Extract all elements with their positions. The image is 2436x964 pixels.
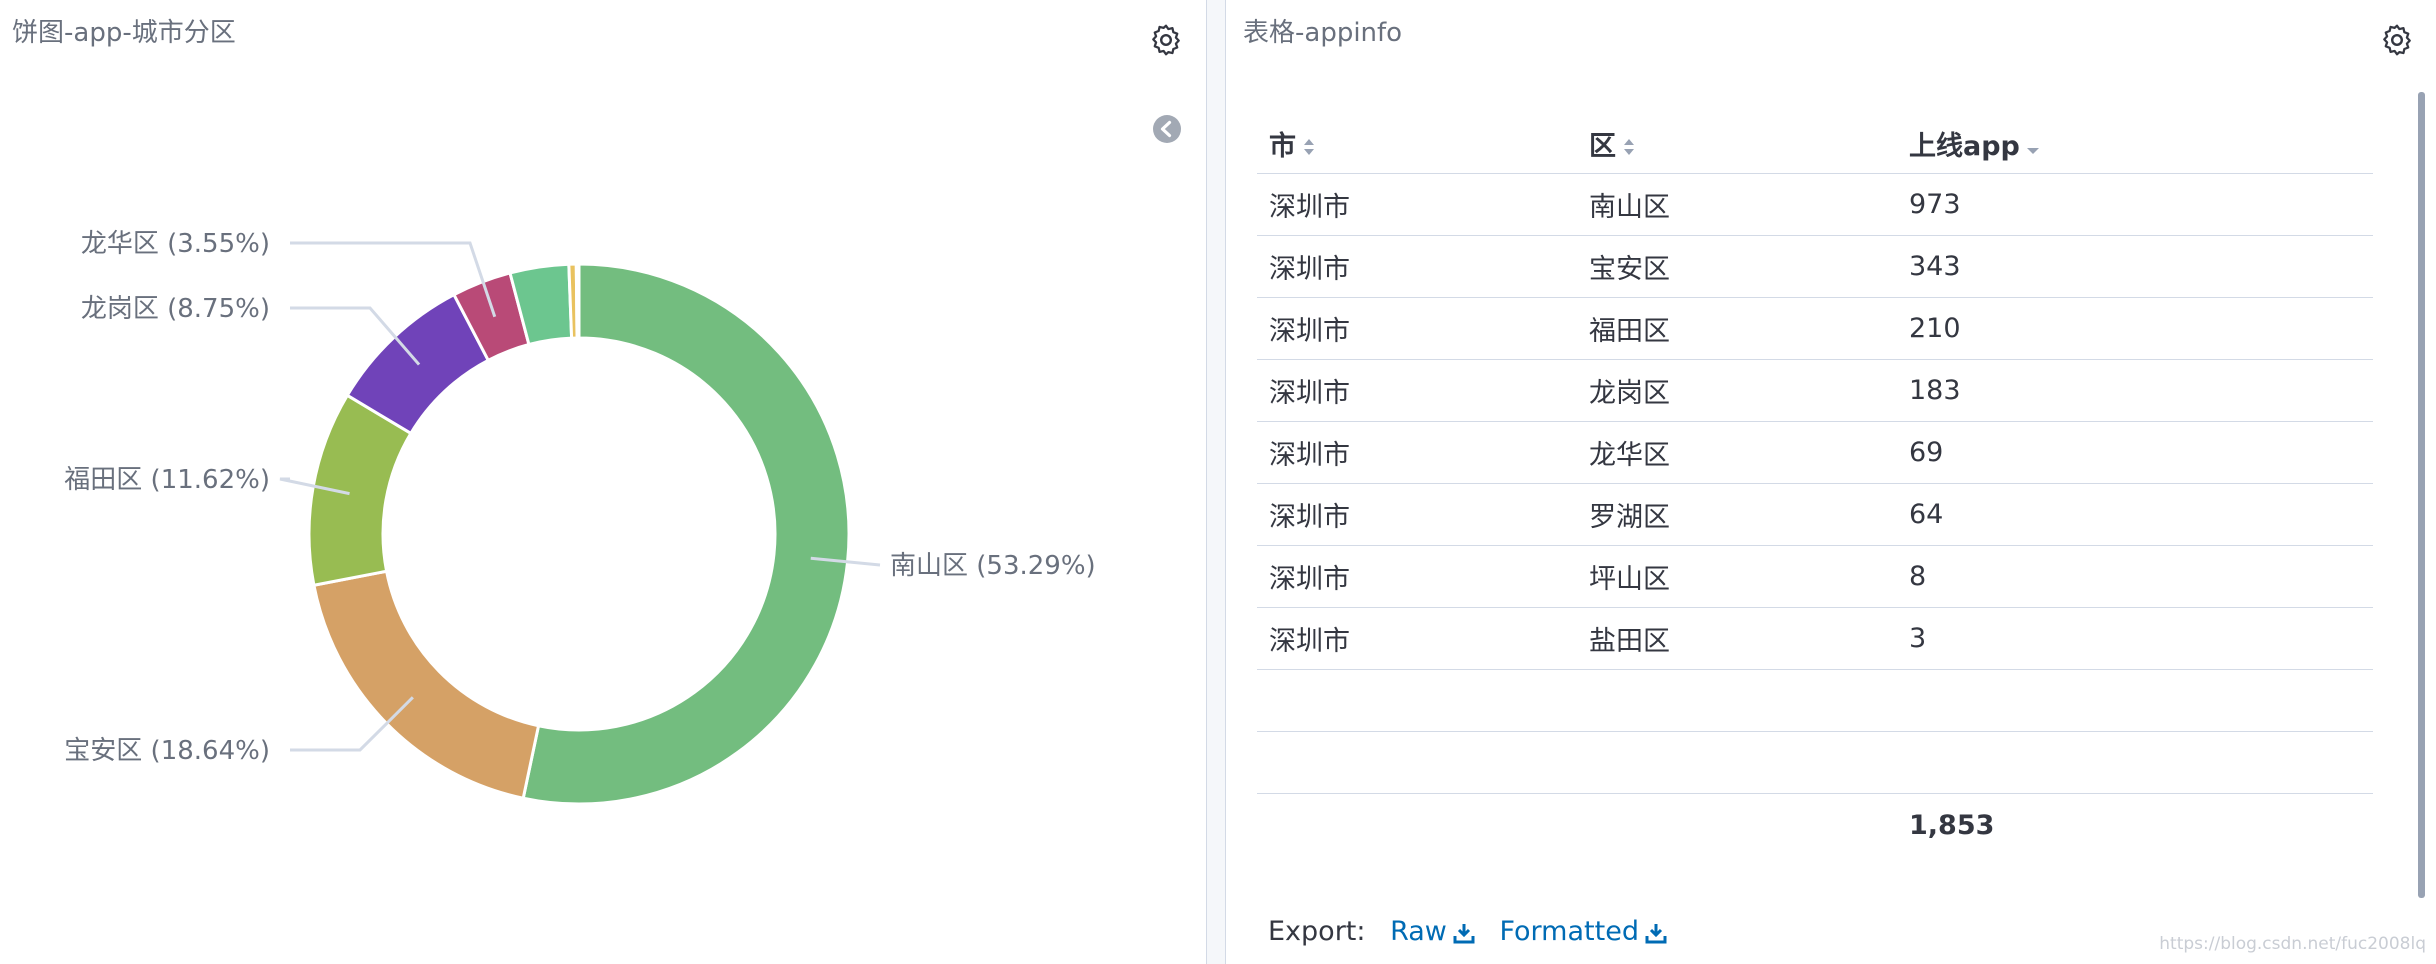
table-row: 深圳市 福田区 210 (1257, 297, 2373, 360)
cell-online-app: 973 (1897, 173, 2373, 236)
panel-divider (1206, 0, 1226, 964)
empty-cell (1257, 669, 1577, 732)
empty-cell (1897, 731, 2373, 794)
table-row: 深圳市 罗湖区 64 (1257, 483, 2373, 546)
cell-city: 深圳市 (1257, 359, 1577, 422)
sort-both-icon[interactable] (1302, 136, 1316, 158)
empty-cell (1577, 794, 1897, 857)
table-row: 深圳市 龙岗区 183 (1257, 359, 2373, 422)
download-icon (1645, 923, 1667, 943)
column-header-online-app[interactable]: 上线app (1897, 113, 2373, 174)
empty-cell (1257, 794, 1577, 857)
table-row: 深圳市 宝安区 343 (1257, 235, 2373, 298)
pie-label: 南山区 (53.29%) (890, 551, 1096, 581)
column-header-district[interactable]: 区 (1577, 113, 1897, 174)
table-scrollbar[interactable] (2418, 92, 2425, 898)
cell-district: 龙华区 (1577, 421, 1897, 484)
cell-online-app: 210 (1897, 297, 2373, 360)
pie-slice-南山区[interactable] (521, 262, 851, 806)
empty-cell (1897, 669, 2373, 732)
cell-city: 深圳市 (1257, 235, 1577, 298)
total-value: 1,853 (1909, 809, 1995, 841)
pie-panel: 饼图-app-城市分区 南山区 (53.29%) 宝安区 (18.64%) 福田区 … (0, 0, 1206, 964)
empty-cell (1577, 731, 1897, 794)
cell-district: 南山区 (1577, 173, 1897, 236)
column-header-city[interactable]: 市 (1257, 113, 1577, 174)
gear-icon[interactable] (2379, 22, 2415, 58)
table-panel-title: 表格-appinfo (1243, 18, 1403, 48)
total-row: 1,853 (1257, 794, 2373, 857)
empty-cell (1257, 731, 1577, 794)
pie-label: 宝安区 (18.64%) (64, 736, 270, 766)
cell-online-app: 8 (1897, 545, 2373, 608)
empty-cell (1577, 669, 1897, 732)
pie-label: 福田区 (11.62%) (64, 465, 270, 495)
export-raw-link[interactable]: Raw (1390, 916, 1475, 947)
cell-district: 盐田区 (1577, 607, 1897, 670)
empty-row (1257, 669, 2373, 732)
cell-district: 福田区 (1577, 297, 1897, 360)
cell-online-app: 64 (1897, 483, 2373, 546)
sort-both-icon[interactable] (1622, 136, 1636, 158)
pie-label: 龙岗区 (8.75%) (81, 294, 270, 324)
table-row: 深圳市 盐田区 3 (1257, 607, 2373, 670)
table-row: 深圳市 坪山区 8 (1257, 545, 2373, 608)
empty-row (1257, 731, 2373, 794)
cell-city: 深圳市 (1257, 483, 1577, 546)
cell-district: 罗湖区 (1577, 483, 1897, 546)
cell-city: 深圳市 (1257, 173, 1577, 236)
pie-slice-盐田区[interactable] (574, 262, 581, 340)
cell-city: 深圳市 (1257, 545, 1577, 608)
sort-desc-icon[interactable] (2026, 136, 2040, 158)
cell-city: 深圳市 (1257, 421, 1577, 484)
table-row: 深圳市 龙华区 69 (1257, 421, 2373, 484)
cell-online-app: 69 (1897, 421, 2373, 484)
cell-city: 深圳市 (1257, 607, 1577, 670)
appinfo-table: 市 区 上线app 深圳市 南山区 973 深圳市 宝安区 343 深圳市 福田区 210 深圳市… (1257, 113, 2373, 856)
pie-slice-宝安区[interactable] (312, 569, 541, 800)
cell-online-app: 343 (1897, 235, 2373, 298)
cell-online-app: 183 (1897, 359, 2373, 422)
table-header-row: 市 区 上线app (1257, 113, 2373, 174)
download-icon (1453, 923, 1475, 943)
cell-district: 龙岗区 (1577, 359, 1897, 422)
cell-district: 宝安区 (1577, 235, 1897, 298)
table-row: 深圳市 南山区 973 (1257, 173, 2373, 236)
pie-chart: 南山区 (53.29%) 宝安区 (18.64%) 福田区 (11.62%) 龙岗区 … (64, 229, 1096, 806)
export-label: Export: (1268, 916, 1366, 947)
cell-district: 坪山区 (1577, 545, 1897, 608)
pie-label: 龙华区 (3.55%) (81, 229, 270, 259)
export-bar: Export: Raw Formatted (1268, 916, 1667, 947)
watermark-text: https://blog.csdn.net/fuc2008lq (2159, 934, 2426, 954)
cell-city: 深圳市 (1257, 297, 1577, 360)
cell-online-app: 3 (1897, 607, 2373, 670)
export-formatted-link[interactable]: Formatted (1499, 916, 1667, 947)
